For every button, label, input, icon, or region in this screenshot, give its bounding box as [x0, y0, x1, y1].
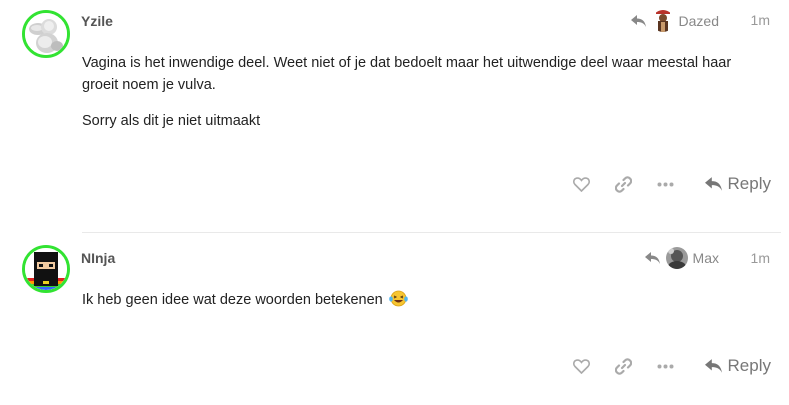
more-actions-button[interactable]: [651, 364, 681, 369]
post-paragraph: Ik heb geen idee wat deze woorden beteke…: [82, 289, 762, 314]
reply-label: Reply: [727, 174, 771, 193]
laughing-emoji-icon: [388, 290, 408, 314]
post-actions: Reply: [567, 356, 771, 376]
post-2: NInja Max 1m Ik heb geen idee wat deze w…: [0, 233, 789, 405]
post-paragraph: Sorry als dit je niet uitmaakt: [82, 113, 261, 129]
link-icon: [615, 357, 633, 375]
share-link-button[interactable]: [609, 175, 639, 193]
post-actions: Reply: [567, 174, 771, 194]
heart-icon: [573, 358, 591, 374]
user-avatar[interactable]: [22, 245, 70, 293]
reply-icon: [704, 358, 722, 373]
heart-icon: [573, 176, 591, 192]
reply-to-tab[interactable]: Dazed: [630, 10, 719, 32]
ellipsis-icon: [657, 364, 674, 368]
post-date[interactable]: 1m: [751, 250, 770, 266]
reply-button[interactable]: Reply: [704, 174, 771, 194]
post-date[interactable]: 1m: [751, 12, 770, 28]
reply-to-username: Dazed: [678, 13, 719, 29]
post-text: Ik heb geen idee wat deze woorden beteke…: [82, 292, 383, 308]
figure-avatar-icon: [651, 10, 674, 32]
reply-to-avatar: [665, 247, 688, 269]
reply-to-username: Max: [692, 250, 719, 266]
pixel-ninja-avatar-icon: [25, 248, 67, 290]
ellipsis-icon: [657, 182, 674, 186]
cherub-statue-avatar-icon: [25, 13, 67, 55]
username[interactable]: Yzile: [81, 13, 113, 29]
user-avatar[interactable]: [22, 10, 70, 58]
reply-icon: [704, 176, 722, 191]
reply-arrow-icon: [630, 14, 646, 28]
reply-to-avatar: [651, 10, 674, 32]
link-icon: [615, 175, 633, 193]
reply-to-tab[interactable]: Max: [644, 247, 719, 269]
post-1: Yzile Dazed 1m Vagina is het inwendige d…: [0, 0, 789, 232]
post-body: Ik heb geen idee wat deze woorden beteke…: [82, 289, 762, 328]
photo-avatar-icon: [665, 247, 688, 269]
post-paragraph: Vagina is het inwendige deel. Weet niet …: [82, 55, 732, 93]
reply-label: Reply: [727, 356, 771, 375]
username[interactable]: NInja: [81, 250, 115, 266]
share-link-button[interactable]: [609, 357, 639, 375]
more-actions-button[interactable]: [651, 182, 681, 187]
like-button[interactable]: [567, 176, 597, 192]
post-body: Vagina is het inwendige deel. Weet niet …: [82, 52, 762, 146]
reply-arrow-icon: [644, 251, 660, 265]
reply-button[interactable]: Reply: [704, 356, 771, 376]
like-button[interactable]: [567, 358, 597, 374]
